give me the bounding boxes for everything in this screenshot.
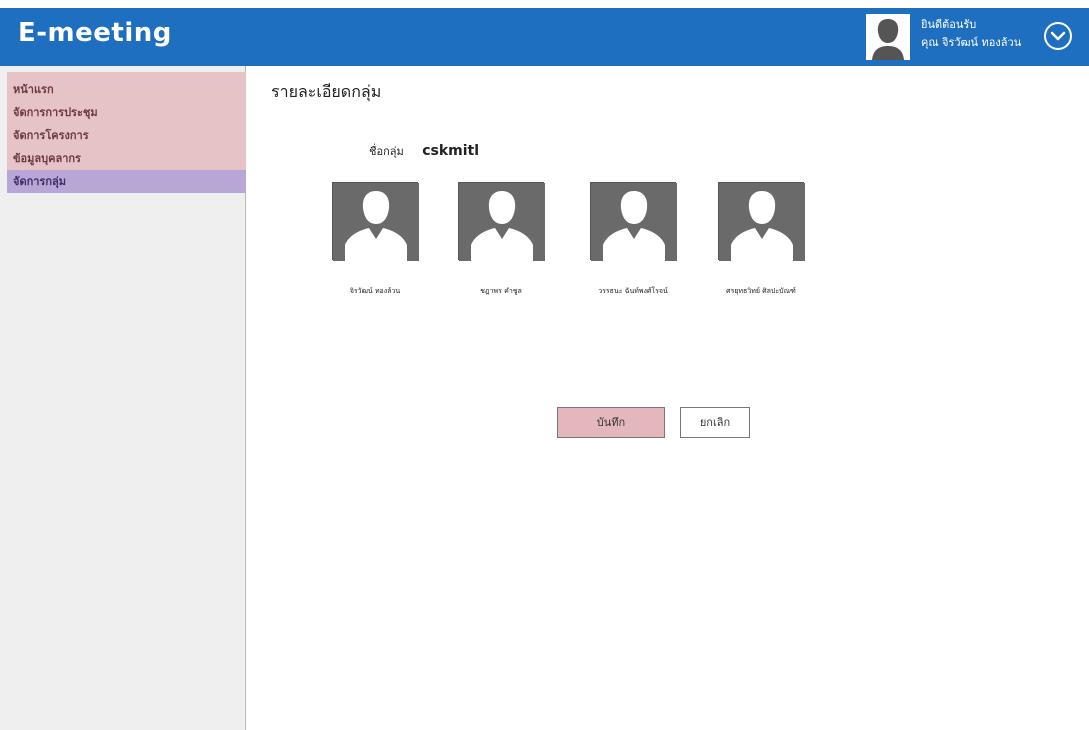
user-menu-button[interactable] xyxy=(1044,22,1072,50)
user-silhouette-icon xyxy=(718,182,805,261)
user-avatar-icon[interactable] xyxy=(866,14,910,60)
welcome-user-name: คุณ จิรวัฒน์ ทองล้วน xyxy=(921,36,1022,49)
save-button[interactable]: บันทึก xyxy=(557,407,665,438)
sidebar-item-groups[interactable]: จัดการกลุ่ม xyxy=(7,170,246,193)
user-silhouette-icon xyxy=(332,182,419,261)
sidebar-item-home[interactable]: หน้าแรก xyxy=(7,78,246,101)
cancel-button[interactable]: ยกเลิก xyxy=(680,407,750,438)
main-content: รายละเอียดกลุ่ม ชื่อกลุ่ม cskmitl จิรวัฒ… xyxy=(247,66,1089,730)
member-card[interactable]: วรรธนะ ฉันท์พงศ์โรจน์ xyxy=(563,182,703,297)
page-title: รายละเอียดกลุ่ม xyxy=(271,82,382,101)
sidebar-item-personnel[interactable]: ข้อมูลบุคลากร xyxy=(7,147,246,170)
group-name-value: cskmitl xyxy=(422,143,480,159)
member-name: จิรวัฒน์ ทองล้วน xyxy=(349,287,401,295)
sidebar-item-meetings[interactable]: จัดการการประชุม xyxy=(7,101,246,124)
user-silhouette-icon xyxy=(458,182,545,261)
chevron-down-icon xyxy=(1050,31,1066,41)
member-name: ศรยุทธวิทย์ ศิลปะบัณฑ์ xyxy=(726,287,796,295)
sidebar-nav: หน้าแรก จัดการการประชุม จัดการโครงการ ข้… xyxy=(7,72,246,193)
welcome-text: ยินดีต้อนรับ คุณ จิรวัฒน์ ทองล้วน xyxy=(921,16,1021,52)
user-silhouette-icon xyxy=(590,182,677,261)
member-card[interactable]: ศรยุทธวิทย์ ศิลปะบัณฑ์ xyxy=(691,182,831,297)
member-card[interactable]: จิรวัฒน์ ทองล้วน xyxy=(305,182,445,297)
app-title: E-meeting xyxy=(18,18,172,48)
sidebar-item-projects[interactable]: จัดการโครงการ xyxy=(7,124,246,147)
sidebar: หน้าแรก จัดการการประชุม จัดการโครงการ ข้… xyxy=(0,66,246,730)
group-name-label: ชื่อกลุ่ม xyxy=(369,145,404,158)
member-name: วรรธนะ ฉันท์พงศ์โรจน์ xyxy=(598,287,668,295)
top-header: E-meeting ยินดีต้อนรับ คุณ จิรวัฒน์ ทองล… xyxy=(0,8,1089,66)
member-card[interactable]: ชฎาพร คำชูล xyxy=(431,182,571,297)
group-name-row: ชื่อกลุ่ม cskmitl xyxy=(369,142,479,160)
member-name: ชฎาพร คำชูล xyxy=(480,287,522,295)
welcome-greeting: ยินดีต้อนรับ xyxy=(921,18,977,31)
